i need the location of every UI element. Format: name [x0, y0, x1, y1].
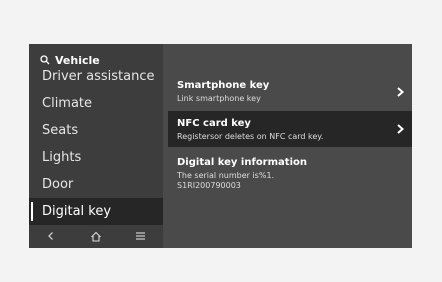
- chevron-right-icon: [397, 87, 405, 97]
- sidebar-item-lights[interactable]: Lights: [29, 144, 163, 171]
- digital-key-information-card[interactable]: Digital key information The serial numbe…: [168, 150, 412, 198]
- card-subtitle: Registersor deletes on NFC card key.: [177, 132, 324, 141]
- home-icon[interactable]: [81, 224, 111, 248]
- card-title: NFC card key: [177, 118, 251, 129]
- back-icon[interactable]: [36, 224, 66, 248]
- sidebar-item-door[interactable]: Door: [29, 171, 163, 198]
- infotainment-screen: Vehicle Driver assistance Climate Seats …: [29, 44, 412, 248]
- card-title: Smartphone key: [177, 80, 270, 91]
- card-subtitle: The serial number is%1. S1RI200790003: [177, 171, 275, 190]
- sidebar-item-digital-key[interactable]: Digital key: [29, 198, 163, 225]
- sidebar: Vehicle Driver assistance Climate Seats …: [29, 44, 163, 248]
- menu-icon[interactable]: [126, 224, 156, 248]
- bottom-navigation-bar: [29, 224, 163, 248]
- sidebar-item-climate[interactable]: Climate: [29, 90, 163, 117]
- sidebar-item-driver-assistance[interactable]: Driver assistance: [29, 63, 163, 90]
- nfc-card-key-card[interactable]: NFC card key Registersor deletes on NFC …: [168, 111, 412, 147]
- content-panel: Smartphone key Link smartphone key NFC c…: [163, 44, 412, 248]
- card-title: Digital key information: [177, 157, 307, 168]
- smartphone-key-card[interactable]: Smartphone key Link smartphone key: [168, 73, 412, 111]
- sidebar-item-seats[interactable]: Seats: [29, 117, 163, 144]
- chevron-right-icon: [397, 124, 405, 134]
- card-subtitle: Link smartphone key: [177, 94, 261, 103]
